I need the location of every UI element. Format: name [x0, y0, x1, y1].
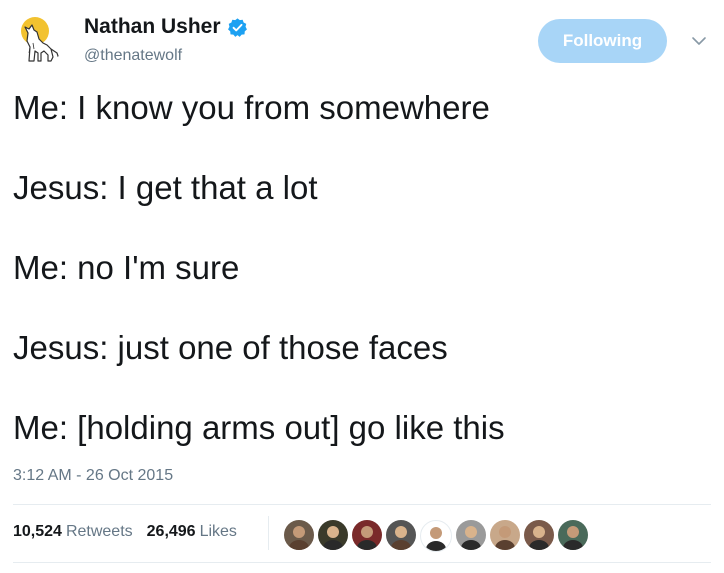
person-photo-icon — [391, 526, 411, 550]
liker-avatar-6[interactable] — [456, 520, 486, 550]
tweet-line: Me: I know you from somewhere — [13, 89, 490, 126]
tweet-text: Me: I know you from somewhere Jesus: I g… — [13, 88, 713, 448]
person-photo-icon — [357, 526, 377, 550]
likes-label: Likes — [199, 523, 237, 540]
person-photo-icon — [461, 526, 481, 550]
liker-avatar-3[interactable] — [352, 520, 382, 550]
person-photo-icon — [323, 526, 343, 550]
likes-count: 26,496 — [146, 523, 196, 540]
tweet-line: Me: [holding arms out] go like this — [13, 409, 505, 446]
person-photo-icon — [289, 526, 309, 550]
liker-avatars — [284, 520, 592, 552]
tweet-line: Me: no I'm sure — [13, 249, 240, 286]
howling-wolf-moon-icon — [21, 17, 60, 62]
divider — [13, 562, 711, 563]
liker-avatar-4[interactable] — [386, 520, 416, 550]
liker-avatar-5[interactable] — [420, 520, 452, 552]
liker-avatar-9[interactable] — [558, 520, 588, 550]
verified-badge-icon — [227, 17, 247, 37]
likes-stat[interactable]: 26,496 Likes — [147, 521, 237, 543]
retweets-stat[interactable]: 10,524 Retweets — [13, 521, 133, 543]
liker-avatar-1[interactable] — [284, 520, 314, 550]
person-photo-icon — [529, 526, 549, 550]
liker-avatar-2[interactable] — [318, 520, 348, 550]
person-photo-icon — [426, 527, 446, 551]
display-name[interactable]: Nathan Usher — [84, 13, 221, 41]
following-button[interactable]: Following — [538, 19, 667, 63]
retweets-count: 10,524 — [13, 523, 62, 540]
retweets-label: Retweets — [65, 523, 133, 540]
person-photo-icon — [563, 526, 583, 550]
person-photo-icon — [495, 526, 515, 550]
tweet-line: Jesus: just one of those faces — [13, 329, 448, 366]
author-name-row[interactable]: Nathan Usher — [84, 13, 248, 41]
tweet-line: Jesus: I get that a lot — [13, 169, 318, 206]
tweet-stats: 10,524 Retweets 26,496 Likes — [13, 521, 251, 543]
tweet-timestamp[interactable]: 3:12 AM - 26 Oct 2015 — [13, 465, 173, 487]
liker-avatar-8[interactable] — [524, 520, 554, 550]
avatar[interactable] — [13, 13, 65, 65]
chevron-down-icon[interactable] — [690, 32, 708, 50]
liker-avatar-7[interactable] — [490, 520, 520, 550]
divider — [13, 504, 711, 505]
user-handle[interactable]: @thenatewolf — [84, 45, 182, 67]
stats-separator — [268, 516, 269, 550]
